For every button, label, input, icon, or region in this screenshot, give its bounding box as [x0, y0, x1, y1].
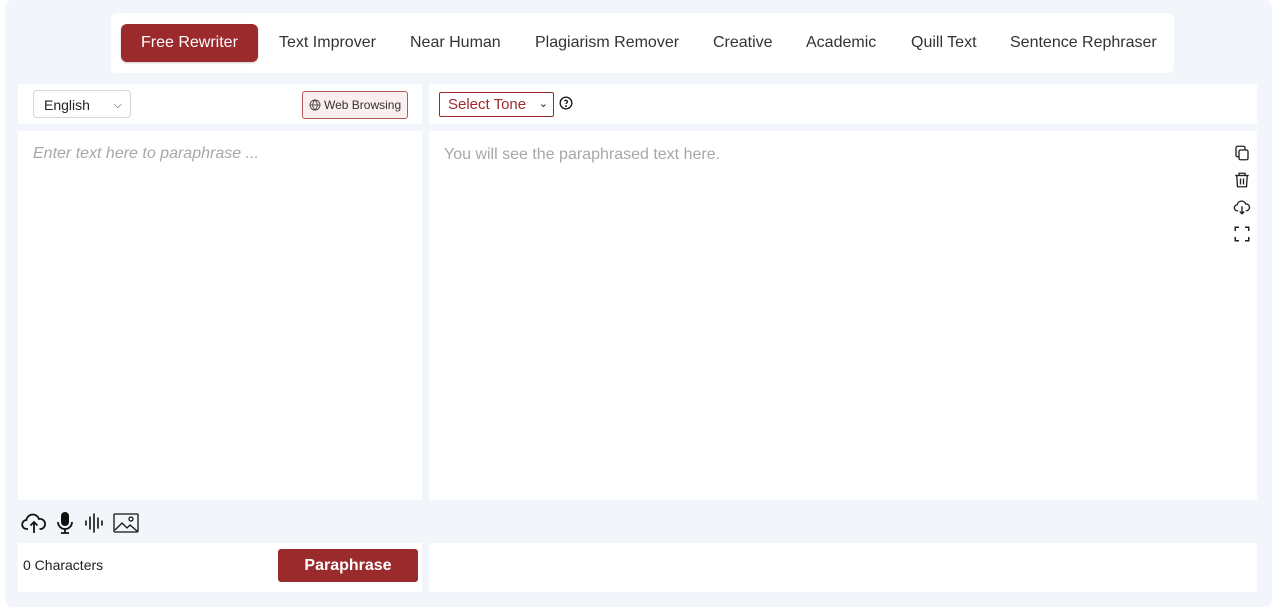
input-text-area[interactable]: Enter text here to paraphrase ... [18, 131, 422, 500]
image-icon[interactable] [113, 512, 139, 534]
web-browsing-label: Web Browsing [324, 98, 402, 112]
tab-free-rewriter[interactable]: Free Rewriter [121, 24, 258, 62]
tab-text-improver[interactable]: Text Improver [279, 24, 376, 62]
language-value: English [44, 97, 90, 113]
mode-tabs: Free Rewriter Text Improver Near Human P… [111, 13, 1174, 73]
tab-academic[interactable]: Academic [806, 24, 876, 62]
input-footer: 0 Characters Paraphrase [18, 543, 422, 592]
copy-button[interactable] [1232, 139, 1252, 166]
delete-button[interactable] [1232, 166, 1252, 193]
paraphrase-button[interactable]: Paraphrase [278, 549, 418, 582]
app-container: Free Rewriter Text Improver Near Human P… [5, 0, 1272, 607]
chevron-down-icon: ⌄ [538, 98, 548, 110]
copy-icon [1235, 145, 1249, 160]
globe-icon [309, 99, 321, 111]
trash-icon [1235, 172, 1249, 187]
tab-near-human[interactable]: Near Human [410, 24, 501, 62]
cloud-upload-icon[interactable] [21, 511, 47, 535]
character-count: 0 Characters [23, 557, 104, 573]
output-actions [1232, 139, 1252, 247]
output-footer [429, 543, 1257, 592]
tab-creative[interactable]: Creative [713, 24, 773, 62]
web-browsing-button[interactable]: Web Browsing [302, 91, 408, 119]
language-select[interactable]: English ⌵ [33, 90, 131, 118]
input-toolbar: English ⌵ Web Browsing [18, 84, 422, 124]
help-icon[interactable] [559, 96, 573, 110]
output-toolbar: Select Tone ⌄ [429, 84, 1257, 124]
tab-plagiarism-remover[interactable]: Plagiarism Remover [535, 24, 679, 62]
fullscreen-button[interactable] [1232, 220, 1252, 247]
cloud-download-icon [1233, 199, 1251, 215]
audio-wave-icon[interactable] [83, 512, 105, 534]
microphone-icon[interactable] [55, 511, 75, 535]
tone-value: Select Tone [448, 96, 527, 113]
output-placeholder: You will see the paraphrased text here. [444, 146, 721, 163]
download-button[interactable] [1232, 193, 1252, 220]
input-placeholder: Enter text here to paraphrase ... [33, 145, 259, 162]
tab-sentence-rephraser[interactable]: Sentence Rephraser [1010, 24, 1157, 62]
output-text-area: You will see the paraphrased text here. [429, 131, 1257, 500]
tone-select[interactable]: Select Tone ⌄ [439, 92, 554, 117]
input-tools [21, 510, 139, 536]
chevron-down-icon: ⌵ [113, 99, 122, 111]
tab-quill-text[interactable]: Quill Text [911, 24, 977, 62]
fullscreen-icon [1234, 226, 1250, 241]
